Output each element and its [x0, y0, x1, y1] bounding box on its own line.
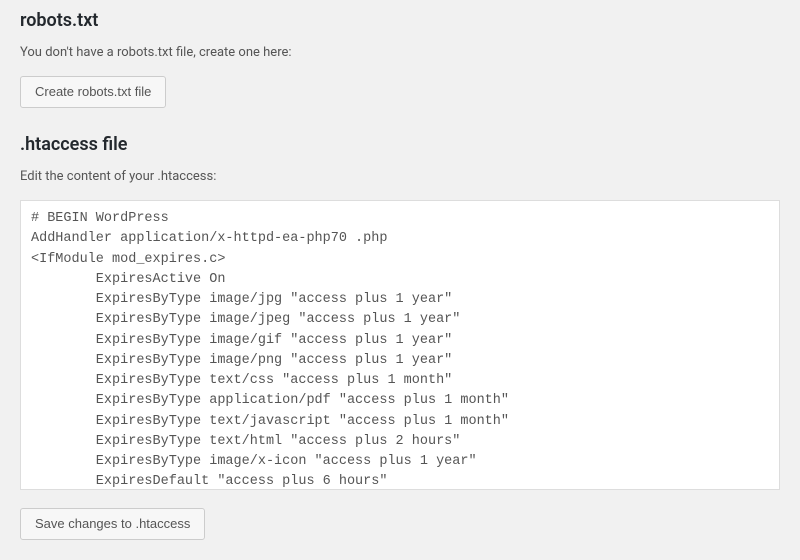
robots-description: You don't have a robots.txt file, create… [20, 45, 780, 60]
htaccess-editor[interactable]: # BEGIN WordPress AddHandler application… [21, 201, 779, 489]
htaccess-heading: .htaccess file [20, 134, 780, 155]
create-robots-button[interactable]: Create robots.txt file [20, 76, 166, 108]
htaccess-description: Edit the content of your .htaccess: [20, 169, 780, 184]
robots-heading: robots.txt [20, 10, 780, 31]
save-htaccess-button[interactable]: Save changes to .htaccess [20, 508, 205, 540]
htaccess-editor-container: # BEGIN WordPress AddHandler application… [20, 200, 780, 490]
